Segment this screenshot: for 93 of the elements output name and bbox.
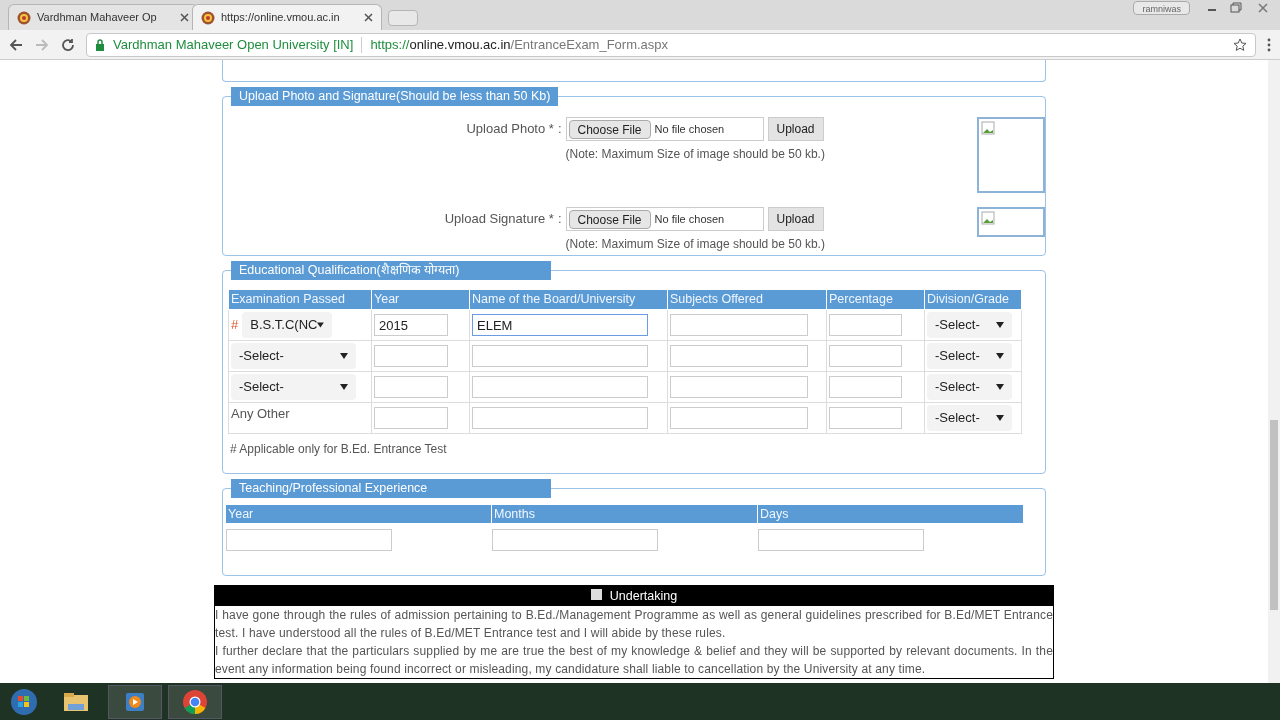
input-field[interactable] [829, 376, 902, 398]
tab-title: Vardhman Mahaveer Op [37, 10, 158, 26]
row-label: Any Other [231, 405, 291, 424]
input-field[interactable] [226, 528, 392, 551]
input-field[interactable] [472, 376, 648, 398]
back-icon[interactable] [8, 36, 24, 53]
chrome-logo-icon [182, 688, 208, 715]
caret-icon [317, 322, 325, 328]
browser-tab[interactable]: https://online.vmou.ac.in [192, 4, 382, 30]
folder-icon [63, 691, 89, 712]
column-header: Months [492, 505, 758, 523]
star-icon[interactable] [1233, 37, 1247, 52]
close-icon[interactable] [364, 13, 373, 22]
marker: # [231, 316, 239, 335]
undertaking-title: Undertaking [609, 587, 678, 605]
url-text: https://online.vmou.ac.in/EntranceExam_Form.aspx [370, 35, 669, 54]
declaration-text: I have gone through the rules of admission pertaining to B.Ed./Management Programme as well as general guidelines prescribed for B.Ed/MET Entrance test. I have understood all the rules of B.Ed/MET Entrance test and I will abide by these rules. [215, 607, 1053, 642]
play-icon [124, 690, 146, 713]
address-bar[interactable]: Vardhman Mahaveer Open University [IN] https://online.vmou.ac.in/EntranceExam_Form.aspx [86, 32, 1256, 57]
broken-image-icon [981, 121, 996, 135]
column-header: Days [758, 505, 1024, 523]
file-status: No file chosen [654, 121, 725, 137]
colon: : [557, 120, 562, 138]
broken-image-icon [981, 211, 996, 225]
choose-file-button[interactable]: Choose File [568, 119, 651, 139]
dropdown[interactable]: B.S.T.C(NC [242, 312, 333, 338]
upload-button[interactable]: Upload [767, 207, 824, 231]
caret-icon [996, 353, 1004, 359]
caret-icon [340, 353, 348, 359]
caret-icon [996, 322, 1004, 328]
scrollbar[interactable] [1268, 60, 1280, 683]
dropdown[interactable]: -Select- [927, 405, 1012, 431]
size-note: (Note: Maximum Size of image should be 50 kb.) [565, 146, 826, 163]
section-legend: Teaching/Professional Experience [231, 479, 551, 498]
dropdown[interactable]: -Select- [231, 343, 356, 369]
section-legend: Educational Qualification(शैक्षणिक योग्यता) [231, 261, 551, 280]
column-header: Percentage [826, 289, 925, 310]
input-field[interactable] [374, 345, 448, 367]
caret-icon [996, 384, 1004, 390]
size-note: (Note: Maximum Size of image should be 50 kb.) [565, 236, 826, 253]
upload-button[interactable]: Upload [767, 117, 824, 141]
choose-file-button[interactable]: Choose File [568, 209, 651, 229]
input-field[interactable] [829, 345, 902, 367]
column-header: Subjects Offered [667, 289, 827, 310]
forward-icon[interactable] [34, 36, 50, 53]
site-identity: Vardhman Mahaveer Open University [IN] [113, 35, 354, 54]
column-header: Division/Grade [924, 289, 1022, 310]
media-player-button[interactable] [108, 684, 162, 719]
input-field[interactable] [829, 407, 902, 429]
tab-title: https://online.vmou.ac.in [221, 10, 341, 26]
menu-icon[interactable] [1266, 36, 1272, 53]
chrome-button[interactable] [168, 684, 222, 719]
dropdown[interactable]: -Select- [927, 312, 1012, 338]
column-header: Year [226, 505, 492, 523]
dropdown[interactable]: -Select- [927, 343, 1012, 369]
reload-icon[interactable] [60, 36, 76, 53]
input-field[interactable]: ELEM [472, 314, 648, 336]
caret-icon [340, 384, 348, 390]
site-logo-icon [201, 10, 215, 25]
section-legend: Upload Photo and Signature(Should be less than 50 Kb) [231, 87, 559, 106]
column-header: Examination Passed [228, 289, 372, 310]
field-label: Upload Signature * [444, 210, 554, 228]
input-field[interactable] [670, 345, 808, 367]
input-field[interactable] [472, 345, 648, 367]
lock-icon [95, 38, 105, 51]
input-field[interactable] [472, 407, 648, 429]
file-input[interactable]: Choose File No file chosen [565, 117, 764, 141]
site-logo-icon [17, 10, 31, 25]
input-field[interactable] [829, 314, 902, 336]
file-status: No file chosen [654, 211, 725, 227]
profile-button[interactable]: ramniwas [1133, 1, 1190, 15]
field-label: Upload Photo * [466, 120, 554, 138]
dropdown[interactable]: -Select- [231, 374, 356, 400]
windows-logo-icon [10, 687, 38, 716]
input-field[interactable] [670, 314, 808, 336]
column-header: Name of the Board/University [469, 289, 668, 310]
file-input[interactable]: Choose File No file chosen [565, 207, 764, 231]
colon: : [557, 210, 562, 228]
close-icon[interactable] [180, 13, 189, 22]
input-field[interactable] [670, 407, 808, 429]
input-field[interactable] [670, 376, 808, 398]
caret-icon [996, 415, 1004, 421]
declaration-text: I further declare that the particulars supplied by me are true the best of my knowledge & belief and they will be supported by relevant documents. In the event any information being found incorrect or misleading, my candidature shall liable to cancellation by the University at any time. [215, 643, 1053, 678]
column-header: Year [371, 289, 470, 310]
input-field[interactable] [374, 407, 448, 429]
input-field[interactable] [492, 528, 658, 551]
input-field[interactable] [758, 528, 924, 551]
new-tab-button[interactable] [388, 10, 418, 26]
dropdown[interactable]: -Select- [927, 374, 1012, 400]
footnote: # Applicable only for B.Ed. Entrance Test [230, 441, 448, 458]
checkbox[interactable] [590, 588, 602, 600]
input-field[interactable] [374, 376, 448, 398]
input-field[interactable]: 2015 [374, 314, 448, 336]
